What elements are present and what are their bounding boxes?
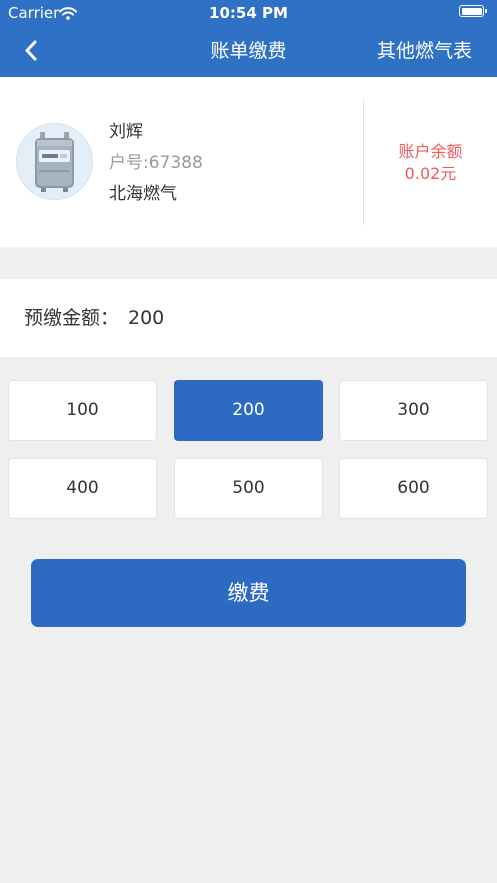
amount-option-300[interactable]: 300 — [339, 380, 488, 441]
prepay-amount-row: 预缴金额： 200 — [0, 279, 497, 357]
amount-option-200[interactable]: 200 — [174, 380, 323, 441]
battery-icon — [459, 5, 487, 17]
gas-meter-icon — [16, 123, 93, 200]
amount-option-100[interactable]: 100 — [8, 380, 157, 441]
prepay-value: 200 — [128, 307, 165, 329]
account-number: 户号:67388 — [109, 153, 203, 173]
balance-label: 账户余额 — [398, 142, 463, 161]
status-bar: Carrier 10:54 PM — [0, 0, 497, 26]
pay-button[interactable]: 缴费 — [31, 559, 466, 627]
amount-option-600[interactable]: 600 — [339, 458, 488, 519]
user-name: 刘辉 — [109, 122, 143, 142]
account-card: 刘辉 户号:67388 北海燃气 账户余额 0.02元 — [0, 77, 497, 247]
status-time: 10:54 PM — [209, 4, 288, 22]
other-gas-meter-button[interactable]: 其他燃气表 — [377, 38, 472, 64]
balance-value: 0.02元 — [404, 164, 457, 183]
amount-option-500[interactable]: 500 — [174, 458, 323, 519]
prepay-label: 预缴金额： — [24, 307, 120, 329]
divider — [363, 99, 364, 225]
gas-company: 北海燃气 — [109, 184, 177, 204]
navigation-bar: Carrier 10:54 PM 账单缴费 其他燃气表 — [0, 0, 497, 77]
amount-option-400[interactable]: 400 — [8, 458, 157, 519]
